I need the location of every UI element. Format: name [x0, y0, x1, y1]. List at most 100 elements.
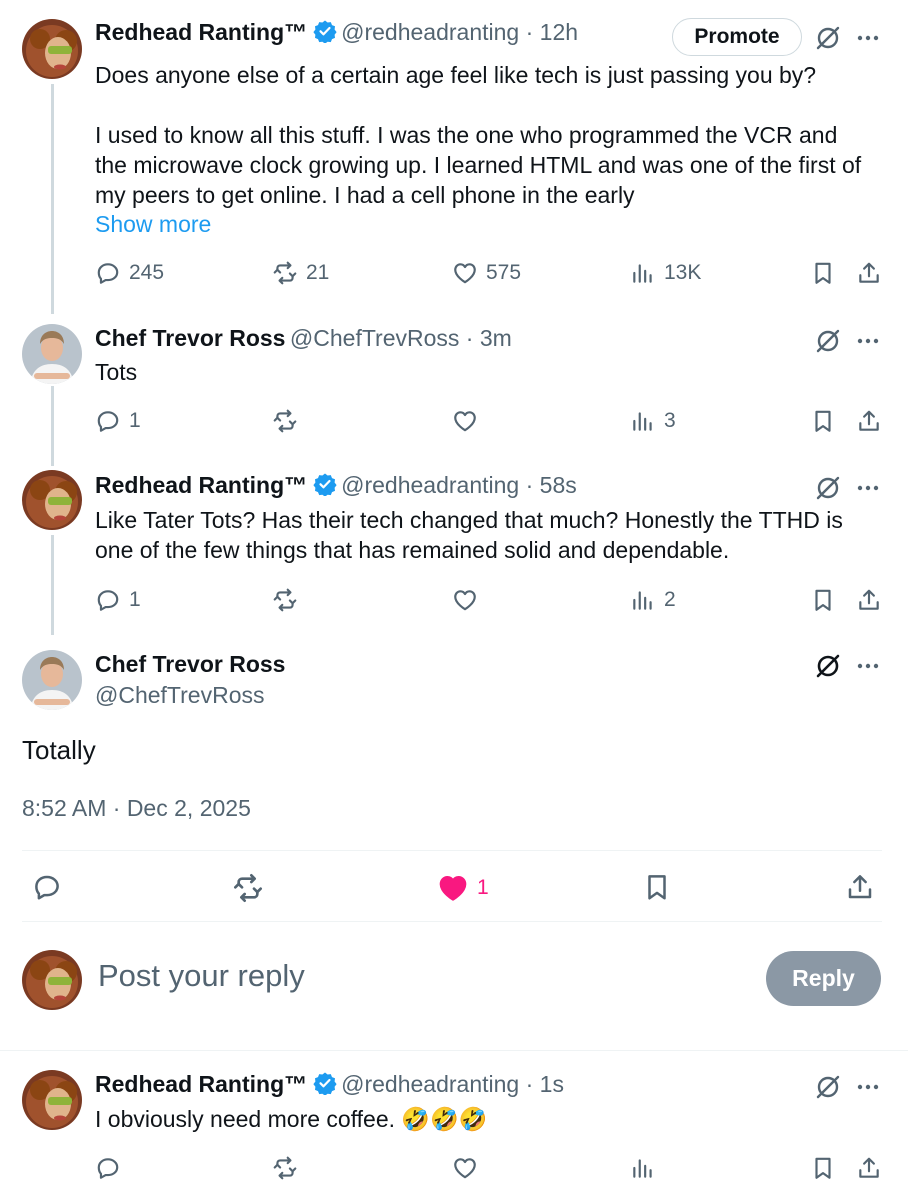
timestamp[interactable]: 8:52 AM · Dec 2, 2025: [22, 795, 251, 822]
views-count: 13K: [664, 261, 702, 284]
views-button[interactable]: 2: [630, 587, 676, 613]
more-icon[interactable]: [854, 1073, 882, 1101]
bookmark-icon: [810, 260, 836, 286]
reply-count: 1: [129, 588, 141, 611]
share-button[interactable]: [856, 408, 882, 434]
share-icon: [856, 587, 882, 613]
repost-icon: [272, 260, 298, 286]
like-icon: [452, 1155, 478, 1181]
bookmark-icon: [810, 1155, 836, 1181]
like-button[interactable]: [452, 408, 478, 434]
reply-button[interactable]: 245: [95, 260, 164, 286]
tweet-text: Tots: [95, 359, 138, 385]
repost-button[interactable]: [272, 587, 298, 613]
grok-icon[interactable]: [814, 1073, 842, 1101]
share-icon: [856, 1155, 882, 1181]
bookmark-button[interactable]: [810, 1155, 836, 1181]
reply-icon: [95, 260, 121, 286]
bookmark-button[interactable]: [810, 587, 836, 613]
verified-badge-icon: [313, 1071, 337, 1095]
avatar: [22, 950, 82, 1010]
more-icon[interactable]: [854, 652, 882, 680]
views-icon: [630, 1155, 656, 1181]
repost-button[interactable]: [272, 1155, 298, 1181]
grok-icon[interactable]: [814, 327, 842, 355]
views-icon: [630, 587, 656, 613]
promote-button[interactable]: Promote: [672, 18, 802, 56]
like-count: 575: [486, 261, 522, 284]
repost-count: 21: [306, 261, 330, 284]
repost-button[interactable]: 21: [272, 260, 329, 286]
repost-icon: [272, 408, 298, 434]
reply-icon: [32, 872, 62, 902]
more-icon[interactable]: [854, 24, 882, 52]
like-icon: [452, 587, 478, 613]
thread-connector: [51, 84, 54, 314]
like-icon: [452, 408, 478, 434]
author-handle[interactable]: @ChefTrevRoss · 3m: [290, 325, 512, 351]
bookmark-button[interactable]: [810, 408, 836, 434]
repost-button[interactable]: [272, 408, 298, 434]
more-icon[interactable]: [854, 474, 882, 502]
bookmark-icon: [810, 587, 836, 613]
bookmark-button[interactable]: [642, 872, 672, 902]
avatar[interactable]: [22, 19, 82, 79]
reply-button[interactable]: 1: [95, 408, 141, 434]
tweet-text: I obviously need more coffee. 🤣🤣🤣: [95, 1106, 488, 1132]
author-handle[interactable]: @redheadranting · 58s: [341, 472, 577, 498]
bookmark-icon: [642, 872, 672, 902]
avatar[interactable]: [22, 650, 82, 710]
avatar[interactable]: [22, 1070, 82, 1130]
divider: [22, 921, 882, 922]
repost-icon: [272, 1155, 298, 1181]
grok-icon[interactable]: [814, 474, 842, 502]
author-handle[interactable]: @ChefTrevRoss: [95, 682, 264, 709]
grok-icon[interactable]: [814, 24, 842, 52]
views-button[interactable]: 3: [630, 408, 676, 434]
verified-badge-icon: [313, 472, 337, 496]
avatar[interactable]: [22, 324, 82, 384]
like-button[interactable]: [452, 587, 478, 613]
like-count: 1: [477, 876, 489, 899]
author-name[interactable]: Redhead Ranting™: [95, 472, 307, 498]
share-button[interactable]: [845, 872, 875, 902]
bookmark-icon: [810, 408, 836, 434]
show-more-link[interactable]: Show more: [95, 211, 211, 238]
author-name[interactable]: Redhead Ranting™: [95, 1071, 307, 1097]
author-name[interactable]: Chef Trevor Ross: [95, 651, 285, 678]
repost-button[interactable]: [232, 872, 264, 904]
like-button[interactable]: 1: [437, 872, 489, 904]
reply-button[interactable]: 1: [95, 587, 141, 613]
author-handle[interactable]: @redheadranting · 1s: [341, 1071, 564, 1097]
like-button[interactable]: 575: [452, 260, 521, 286]
bookmark-button[interactable]: [810, 260, 836, 286]
author-handle[interactable]: @redheadranting · 12h: [341, 19, 578, 45]
views-button[interactable]: 13K: [630, 260, 701, 286]
views-button[interactable]: [630, 1155, 656, 1181]
reply-icon: [95, 587, 121, 613]
share-icon: [856, 408, 882, 434]
repost-icon: [272, 587, 298, 613]
reply-button[interactable]: [95, 1155, 121, 1181]
divider: [22, 850, 882, 851]
tweet-text: Does anyone else of a certain age feel l…: [95, 62, 862, 208]
more-icon[interactable]: [854, 327, 882, 355]
views-count: 2: [664, 588, 676, 611]
reply-button[interactable]: [32, 872, 62, 902]
reply-count: 245: [129, 261, 165, 284]
author-name[interactable]: Chef Trevor Ross: [95, 325, 285, 351]
avatar[interactable]: [22, 470, 82, 530]
author-name[interactable]: Redhead Ranting™: [95, 19, 307, 45]
reply-count: 1: [129, 409, 141, 432]
like-icon: [452, 260, 478, 286]
thread-connector: [51, 535, 54, 635]
share-button[interactable]: [856, 260, 882, 286]
like-button[interactable]: [452, 1155, 478, 1181]
share-button[interactable]: [856, 1155, 882, 1181]
tweet-text: Like Tater Tots? Has their tech changed …: [95, 507, 843, 563]
reply-icon: [95, 1155, 121, 1181]
grok-icon[interactable]: [814, 652, 842, 680]
share-button[interactable]: [856, 587, 882, 613]
reply-button[interactable]: Reply: [766, 951, 881, 1006]
reply-input[interactable]: Post your reply: [98, 958, 305, 994]
